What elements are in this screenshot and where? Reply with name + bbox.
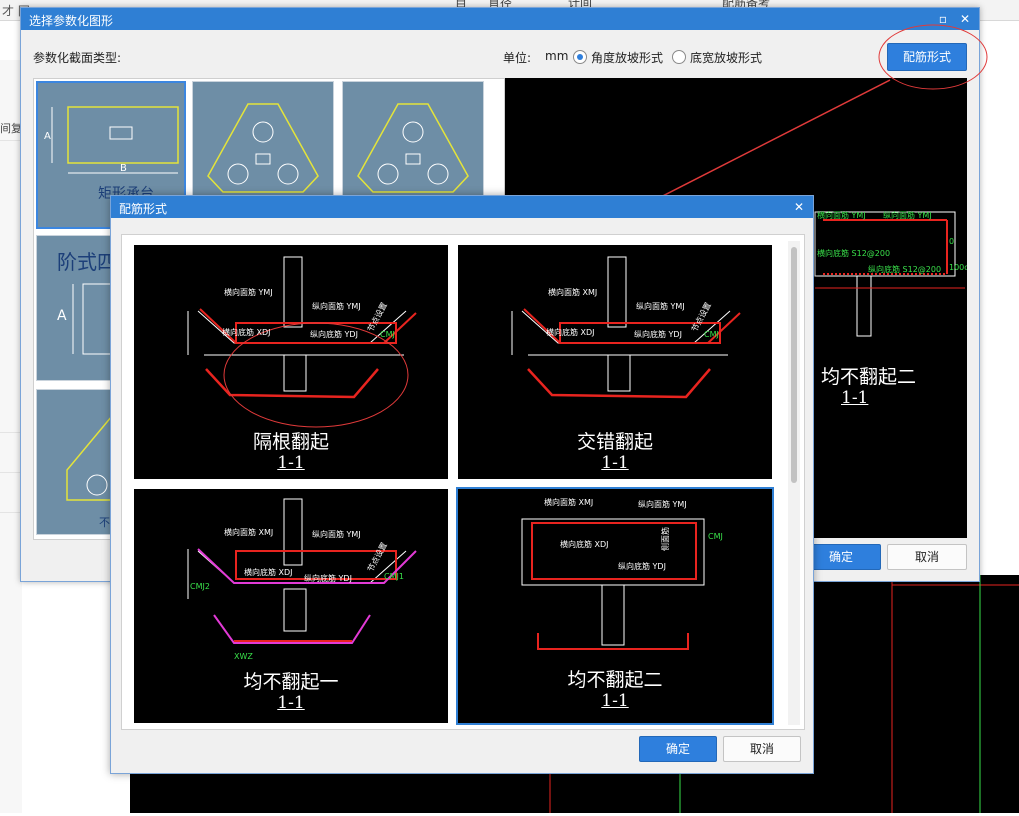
rebar-option-section: 1-1 — [601, 453, 629, 473]
label-bot-h: 横向底筋 XDJ — [546, 327, 595, 337]
label-top-h: 横向面筋 YMJ — [224, 287, 273, 297]
label-bot-v: 纵向底筋 YDJ — [310, 329, 358, 339]
dialog-titlebar[interactable]: 配筋形式 ✕ — [111, 196, 813, 218]
scrollbar-thumb[interactable] — [791, 247, 797, 483]
rebar-option-caption: 隔根翻起 — [252, 431, 329, 453]
label-side: 节点设置 — [689, 301, 713, 334]
label-top-v: 纵向面筋 YMJ — [312, 529, 361, 539]
label-bot-v: 纵向底筋 YDJ — [304, 573, 352, 583]
label-cmj: CMJ — [708, 532, 723, 541]
rebar-option-caption: 均不翻起一 — [243, 671, 339, 693]
label-top-v: 纵向面筋 YMJ — [636, 301, 685, 311]
cancel-button[interactable]: 取消 — [723, 736, 801, 762]
label-bot-h: 横向底筋 XDJ — [222, 327, 271, 337]
label-cmj: CMJ — [704, 330, 719, 339]
label-top-h: 横向面筋 XMJ — [548, 287, 597, 297]
label-top-v: 纵向面筋 YMJ — [638, 499, 687, 509]
label-bot-h: 横向底筋 XDJ — [560, 539, 609, 549]
rebar-option-section: 1-1 — [277, 453, 305, 473]
label-side: 节点设置 — [365, 541, 389, 574]
rebar-option-no-bent-2[interactable]: 横向面筋 XMJ 纵向面筋 YMJ 横向底筋 XDJ 纵向底筋 YDJ 侧面筋 … — [456, 487, 774, 725]
rebar-option-alternate-bent[interactable]: 横向面筋 YMJ 纵向面筋 YMJ 横向底筋 XDJ 纵向底筋 YDJ 节点设置… — [134, 245, 448, 479]
rebar-option-no-bent-1[interactable]: 横向面筋 XMJ 纵向面筋 YMJ 横向底筋 XDJ 纵向底筋 YDJ 节点设置… — [134, 489, 448, 723]
rebar-option-section: 1-1 — [601, 691, 629, 711]
rebar-option-caption: 均不翻起二 — [567, 669, 663, 691]
annotation-ellipse-button — [878, 24, 988, 90]
label-bot-v: 纵向底筋 YDJ — [634, 329, 682, 339]
rebar-option-section: 1-1 — [277, 693, 305, 713]
close-icon[interactable]: ✕ — [791, 199, 807, 215]
label-cmj: CMJ1 — [384, 572, 404, 581]
vertical-scrollbar[interactable] — [788, 241, 800, 725]
label-xwz: XWZ — [234, 652, 253, 661]
label-top-v: 纵向面筋 YMJ — [312, 301, 361, 311]
rebar-option-caption: 交错翻起 — [576, 431, 653, 453]
dialog-title: 配筋形式 — [119, 202, 168, 216]
ok-button[interactable]: 确定 — [639, 736, 717, 762]
rebar-option-staggered-bent[interactable]: 横向面筋 XMJ 纵向面筋 YMJ 横向底筋 XDJ 纵向底筋 YDJ 节点设置… — [458, 245, 772, 479]
label-cmj: CMJ — [380, 330, 395, 339]
label-top-h: 横向面筋 XMJ — [544, 497, 593, 507]
label-side: 侧面筋 — [660, 527, 670, 551]
rebar-form-list: 横向面筋 YMJ 纵向面筋 YMJ 横向底筋 XDJ 纵向底筋 YDJ 节点设置… — [121, 234, 805, 730]
label-cmj2: CMJ2 — [190, 582, 210, 591]
label-side: 节点设置 — [365, 301, 389, 334]
label-bot-v: 纵向底筋 YDJ — [618, 561, 666, 571]
rebar-form-dialog: 配筋形式 ✕ 横向面筋 YMJ 纵向面筋 YMJ 横向底筋 XDJ 纵向底筋 Y… — [110, 195, 814, 774]
label-bot-h: 横向底筋 XDJ — [244, 567, 293, 577]
label-top-h: 横向面筋 XMJ — [224, 527, 273, 537]
